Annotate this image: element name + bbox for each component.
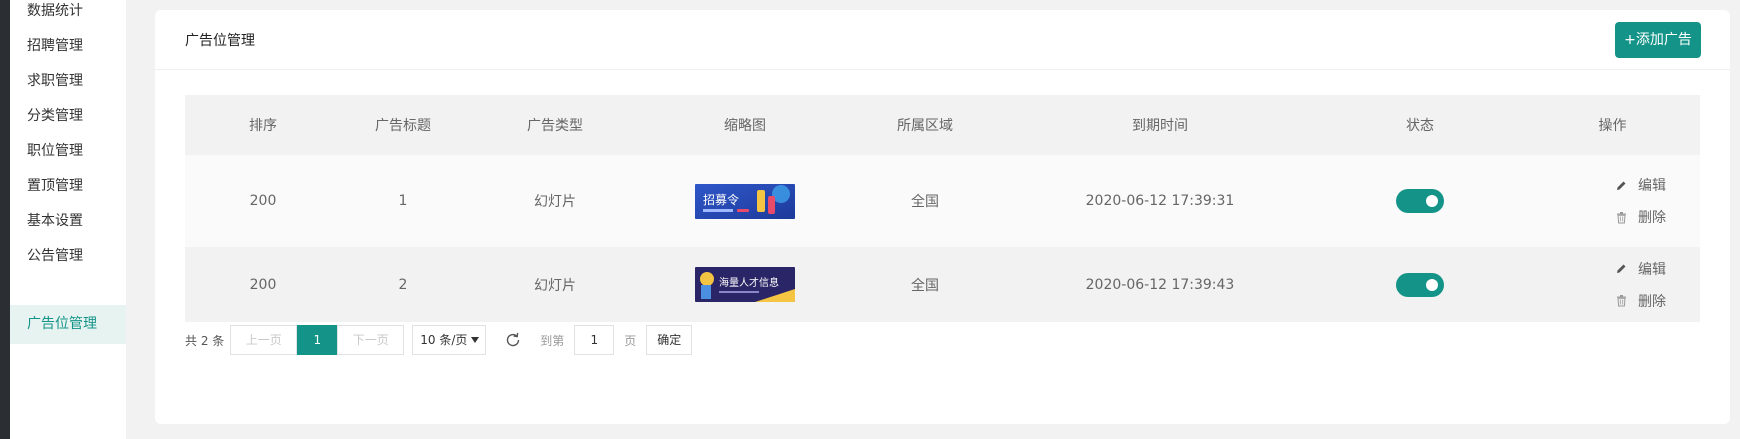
pagination: 共 2 条 上一页 1 下一页 10 条/页 到第 1 页 确定 [185,324,693,356]
thumbnail-image[interactable]: 海量人才信息 [695,267,795,302]
cell-thumbnail: 招募令 [645,155,845,247]
cell-expire: 2020-06-12 17:39:43 [1085,276,1235,293]
caret-down-icon [471,337,480,343]
col-header-region[interactable]: 所属区域 [845,95,1005,155]
sidebar-item-settings[interactable]: 基本设置 [10,202,126,241]
edit-label: 编辑 [1638,178,1666,194]
page-size-value: 10 条/页 [420,333,468,347]
thumbnail-text: 招募令 [703,192,739,207]
sidebar-item-category[interactable]: 分类管理 [10,97,126,136]
toggle-knob [1426,278,1438,291]
sidebar-item-notice[interactable]: 公告管理 [10,237,126,276]
cell-title: 2 [398,276,408,293]
col-header-sort[interactable]: 排序 [185,95,341,155]
edit-icon [1617,181,1626,190]
cell-type: 幻灯片 [534,194,576,210]
col-header-expire[interactable]: 到期时间 [1005,95,1315,155]
trash-icon [1617,295,1626,307]
delete-button[interactable]: 删除 [1615,291,1666,311]
table-row: 200 1 幻灯片 招募令 全国 2020-06-12 17:39:31 编辑 … [185,155,1700,247]
cell-thumbnail: 海量人才信息 [645,247,845,322]
cell-sort: 200 [249,276,277,293]
col-header-title[interactable]: 广告标题 [341,95,465,155]
cell-sort: 200 [249,193,277,209]
col-header-actions[interactable]: 操作 [1525,95,1700,155]
next-page-button[interactable]: 下一页 [337,325,405,355]
table-header: 排序 广告标题 广告类型 缩略图 所属区域 到期时间 状态 操作 [185,95,1700,155]
thumbnail-text: 海量人才信息 [719,276,779,289]
total-count: 共 2 条 [185,333,225,348]
cell-expire: 2020-06-12 17:39:31 [1085,193,1235,209]
status-toggle[interactable] [1396,272,1444,297]
ad-management-card: 广告位管理 +添加广告 排序 广告标题 广告类型 缩略图 所属区域 到期时间 状… [155,10,1730,424]
left-edge-strip [0,0,10,439]
prev-page-button[interactable]: 上一页 [230,325,298,355]
delete-label: 删除 [1638,293,1666,310]
add-ad-button[interactable]: +添加广告 [1615,22,1701,58]
sidebar-item-jobseek[interactable]: 求职管理 [10,62,126,101]
sidebar-item-position[interactable]: 职位管理 [10,132,126,171]
trash-icon [1617,211,1626,223]
col-header-status[interactable]: 状态 [1315,95,1525,155]
col-header-type[interactable]: 广告类型 [465,95,645,155]
goto-confirm-button[interactable]: 确定 [646,325,693,355]
edit-button[interactable]: 编辑 [1615,175,1666,195]
page-size-select[interactable]: 10 条/页 [412,325,487,355]
sidebar-item-ads[interactable]: 广告位管理 [10,305,126,344]
cell-type: 幻灯片 [534,277,576,294]
goto-label: 到第 [540,333,565,348]
sidebar: 数据统计 招聘管理 求职管理 分类管理 职位管理 置顶管理 基本设置 公告管理 … [10,0,126,439]
refresh-icon[interactable] [504,331,522,349]
cell-actions: 编辑 删除 [1615,155,1700,247]
cell-status [1315,247,1525,322]
edit-button[interactable]: 编辑 [1615,259,1666,279]
cell-status [1315,155,1525,247]
page-title: 广告位管理 [185,33,255,49]
thumbnail-image[interactable]: 招募令 [695,183,795,219]
sidebar-item-recruit[interactable]: 招聘管理 [10,27,126,66]
cell-region: 全国 [911,194,939,210]
delete-button[interactable]: 删除 [1615,207,1666,227]
delete-label: 删除 [1638,210,1666,226]
edit-label: 编辑 [1638,261,1666,278]
col-header-thumbnail[interactable]: 缩略图 [645,95,845,155]
cell-region: 全国 [911,277,939,294]
current-page-button[interactable]: 1 [297,325,338,355]
cell-title: 1 [398,193,408,209]
table-row: 200 2 幻灯片 海量人才信息 全国 2020-06-12 17:39:43 [185,247,1700,322]
edit-icon [1617,264,1626,273]
status-toggle[interactable] [1396,189,1444,213]
page-unit-label: 页 [624,333,637,348]
toggle-knob [1426,195,1438,207]
goto-page-input[interactable]: 1 [574,325,615,355]
card-header: 广告位管理 +添加广告 [155,10,1730,70]
cell-actions: 编辑 删除 [1615,247,1700,322]
ads-table: 排序 广告标题 广告类型 缩略图 所属区域 到期时间 状态 操作 200 1 幻… [185,95,1700,322]
sidebar-item-pinned[interactable]: 置顶管理 [10,167,126,206]
